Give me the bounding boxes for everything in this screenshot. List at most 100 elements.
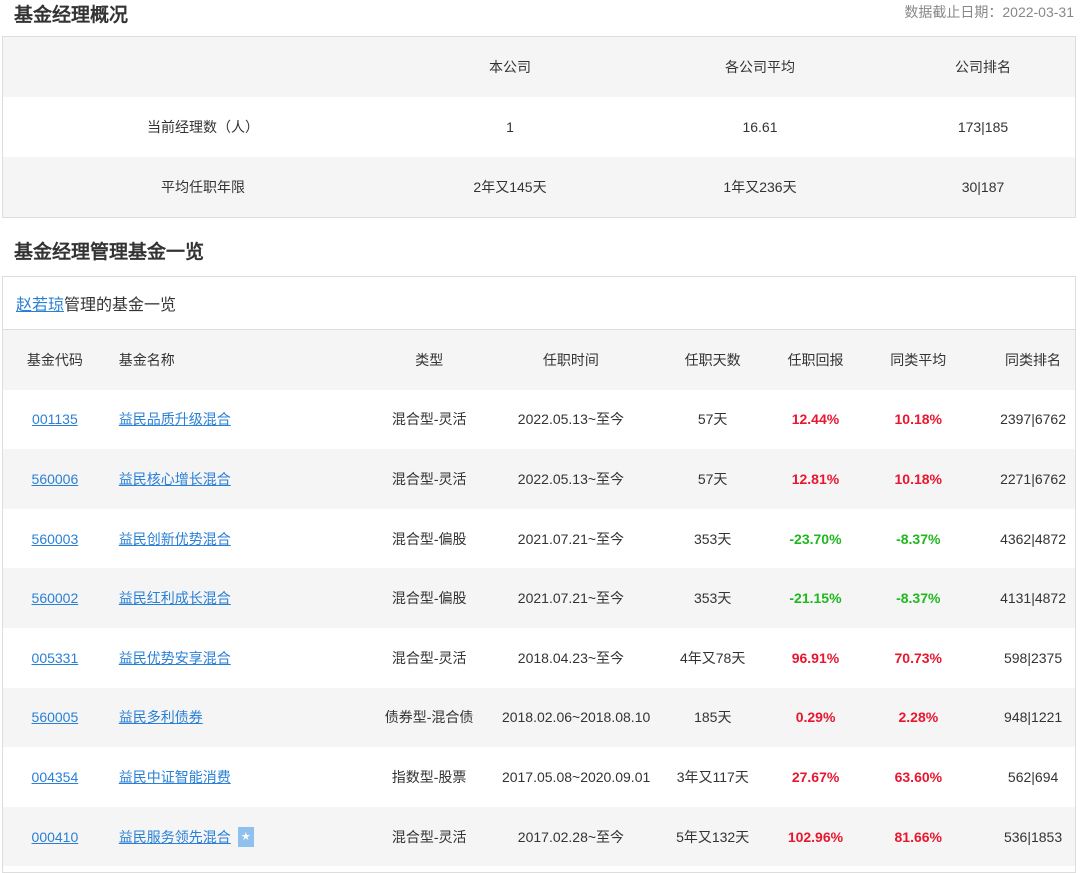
header-cell: 各公司平均 [725,59,795,75]
table-row: 560002 益民红利成长混合 混合型-偏股 2021.07.21~至今 353天 -21… [3,568,1075,628]
return-cell: 27.67% [791,768,840,785]
cell: 57天 [697,470,728,487]
table-row: 001135 益民品质升级混合 混合型-灵活 2022.05.13~至今 57天 12.4… [3,390,1075,450]
average-cell: 10.18% [894,411,942,428]
fund-name-link[interactable]: 益民核心增长混合 [119,469,231,489]
cell: 混合型-灵活 [391,649,467,666]
return-cell: 12.81% [791,470,840,487]
cell: 混合型-灵活 [391,411,467,428]
return-cell: 12.44% [791,411,840,428]
overview-header: 本公司 各公司平均 公司排名 [3,37,1075,97]
fund-code-link[interactable]: 001135 [32,411,78,427]
cell: 2022.05.13~至今 [517,411,625,428]
cell: 混合型-偏股 [391,590,467,607]
cell: 948|1221 [1004,709,1063,726]
overview-title: 基金经理概况 [14,5,129,26]
fund-code-link[interactable]: 560002 [32,590,79,606]
table-row: 004354 益民中证智能消费 指数型-股票 2017.05.08~2020.09.0… [3,747,1075,807]
cell: 当前经理数（人） [147,119,259,135]
return-cell: 0.29% [795,709,836,726]
header-cell: 任职天数 [684,351,741,368]
cell: 2018.02.06~2018.08.10 [501,709,651,726]
cell: 185天 [694,709,732,726]
fund-code-link[interactable]: 560003 [32,531,79,547]
cell: 2018.04.23~至今 [517,649,625,666]
caption-suffix: 管理的基金一览 [64,297,177,314]
cell: 2021.07.21~至今 [517,590,625,607]
bookmark-star-icon[interactable]: ★ [237,826,254,847]
return-cell: -23.70% [789,530,842,547]
table-row: 005331 益民优势安享混合 混合型-灵活 2018.04.23~至今 4年又78天 9… [3,628,1075,688]
cell: 混合型-灵活 [391,470,467,487]
cell: 3年又117天 [676,768,749,785]
cell: 57天 [697,411,728,428]
fund-code-link[interactable]: 005331 [32,650,79,666]
fund-name-link[interactable]: 益民品质升级混合 [119,409,231,429]
cell: 指数型-股票 [391,768,467,785]
fund-name-link[interactable]: 益民红利成长混合 [119,588,231,608]
manager-link[interactable]: 赵若琼 [16,291,64,315]
table-row: 560006 益民核心增长混合 混合型-灵活 2022.05.13~至今 57天 12.8… [3,449,1075,509]
return-cell: 96.91% [791,649,840,666]
header-cell: 公司排名 [955,59,1011,75]
fund-name-link[interactable]: 益民服务领先混合 [119,827,231,847]
fund-name-link[interactable]: 益民创新优势混合 [119,529,231,549]
header-cell: 任职回报 [787,351,844,368]
header-cell: 同类排名 [1005,351,1062,368]
overview-row: 平均任职年限 2年又145天 1年又236天 30|187 [3,157,1075,217]
cell: 混合型-灵活 [391,828,467,845]
cell: 2017.05.08~2020.09.01 [501,768,651,785]
average-cell: 2.28% [898,709,939,726]
overview-row: 当前经理数（人） 1 16.61 173|185 [3,97,1075,157]
table-row: 560005 益民多利债券 债券型-混合债 2018.02.06~2018.08.10… [3,687,1075,748]
cell: 1年又236天 [723,179,797,195]
cell: 2271|6762 [1000,470,1067,487]
return-cell: 102.96% [787,828,844,845]
header-cell: 同类平均 [890,351,947,368]
overview-table: 本公司 各公司平均 公司排名 当前经理数（人） 1 16.61 173|185 … [2,36,1076,218]
cell: 混合型-偏股 [391,530,467,547]
data-date: 数据截止日期：2022-03-31 [904,4,1074,20]
fund-code-link[interactable]: 560006 [32,471,79,487]
average-cell: -8.37% [896,530,941,547]
cell: 16.61 [742,119,778,135]
average-cell: -8.37% [896,590,941,607]
cell: 平均任职年限 [161,179,245,195]
cell: 4362|4872 [1000,530,1067,547]
average-cell: 81.66% [894,828,942,845]
cell: 2397|6762 [1000,411,1067,428]
cell: 353天 [693,590,732,607]
fund-code-link[interactable]: 000410 [32,829,79,845]
header-cell: 类型 [415,351,444,368]
cell: 353天 [693,530,732,547]
cell: 债券型-混合债 [384,709,474,726]
cell: 2022.05.13~至今 [517,470,625,487]
funds-table: 赵若琼 管理的基金一览 基金代码 基金名称 类型 任职时间 任职天数 任职回报 同类平均 同类… [2,276,1076,873]
funds-title: 基金经理管理基金一览 [14,242,205,263]
cell: 2年又145天 [473,179,547,195]
return-cell: -21.15% [789,590,842,607]
table-row: 560003 益民创新优势混合 混合型-偏股 2021.07.21~至今 353天 -23… [3,509,1075,569]
fund-code-link[interactable]: 004354 [32,769,79,785]
cell: 4131|4872 [1000,590,1067,607]
header-cell: 任职时间 [542,351,599,368]
header-cell: 基金名称 [118,351,175,368]
average-cell: 63.60% [894,768,943,785]
fund-name-link[interactable]: 益民优势安享混合 [119,648,231,668]
header-cell: 本公司 [489,59,531,75]
cell: 598|2375 [1003,649,1063,666]
header-cell: 基金代码 [26,351,83,368]
cell: 536|1853 [1003,828,1063,845]
cell: 4年又78天 [679,649,746,666]
cell: 562|694 [1007,768,1059,785]
cell: 30|187 [961,179,1005,195]
funds-caption: 赵若琼 管理的基金一览 [3,277,1075,330]
cell: 5年又132天 [676,828,750,845]
average-cell: 10.18% [894,470,942,487]
fund-name-link[interactable]: 益民多利债券 [119,707,203,727]
cell: 2021.07.21~至今 [517,530,625,547]
fund-code-link[interactable]: 560005 [32,709,79,725]
average-cell: 70.73% [894,649,942,666]
fund-name-link[interactable]: 益民中证智能消费 [119,767,231,787]
funds-header: 基金代码 基金名称 类型 任职时间 任职天数 任职回报 同类平均 同类排名 [3,330,1075,390]
